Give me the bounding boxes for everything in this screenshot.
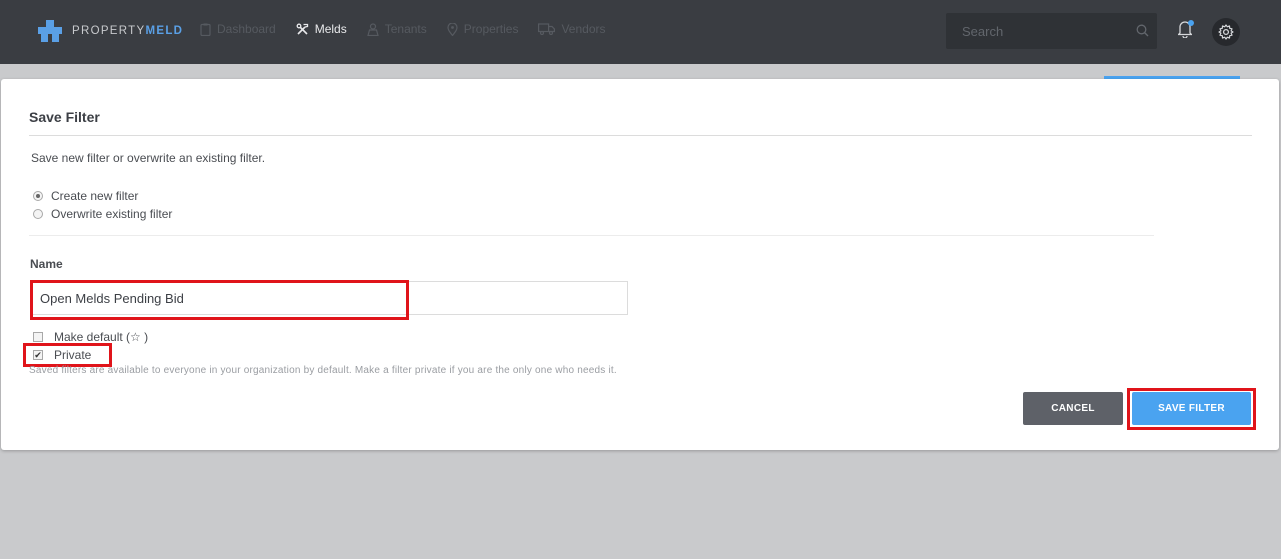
tools-icon (296, 23, 309, 36)
make-default-checkbox-row[interactable]: Make default (☆ ) (33, 330, 148, 344)
private-hint-text: Saved filters are available to everyone … (29, 365, 617, 376)
nav-item-tenants[interactable]: Tenants (366, 22, 427, 36)
filter-name-input[interactable] (32, 281, 628, 315)
nav-item-melds[interactable]: Melds (296, 22, 347, 36)
nav-item-label: Dashboard (217, 22, 276, 36)
radio-button[interactable] (33, 191, 43, 201)
radio-label: Overwrite existing filter (51, 207, 173, 221)
truck-icon (538, 23, 556, 35)
logo-mark-icon (38, 20, 62, 42)
nav-item-properties[interactable]: Properties (447, 22, 519, 36)
search-box (946, 13, 1157, 49)
logo-text: PROPERTYMELD (72, 25, 184, 37)
map-pin-icon (447, 22, 458, 36)
gear-icon[interactable] (1212, 18, 1240, 46)
title-divider (29, 135, 1252, 136)
nav-item-vendors[interactable]: Vendors (538, 22, 606, 36)
radio-label: Create new filter (51, 189, 139, 203)
radio-button[interactable] (33, 209, 43, 219)
cancel-button[interactable]: CANCEL (1023, 392, 1123, 425)
save-filter-button[interactable]: SAVE FILTER (1132, 392, 1251, 425)
modal-title: Save Filter (29, 109, 100, 125)
section-divider (29, 235, 1154, 236)
main-nav: Dashboard Melds Tenants Properties Vendo… (200, 22, 626, 36)
private-label: Private (54, 348, 92, 362)
save-filter-modal: Save Filter Save new filter or overwrite… (1, 79, 1279, 450)
search-icon[interactable] (1136, 24, 1149, 42)
make-default-label: Make default (☆ ) (54, 330, 149, 344)
radio-overwrite-existing-filter[interactable]: Overwrite existing filter (33, 207, 172, 221)
modal-description: Save new filter or overwrite an existing… (31, 151, 266, 165)
private-checkbox[interactable]: ✔ (33, 350, 43, 360)
nav-item-label: Properties (463, 22, 519, 36)
nav-item-label: Vendors (561, 22, 606, 36)
radio-create-new-filter[interactable]: Create new filter (33, 189, 138, 203)
notification-dot (1188, 20, 1194, 26)
search-input[interactable] (946, 13, 1126, 49)
private-checkbox-row[interactable]: ✔ Private (33, 348, 91, 362)
top-nav-bar: PROPERTYMELD Dashboard Melds Tenants Pro… (0, 0, 1281, 64)
person-icon (366, 22, 379, 36)
nav-item-dashboard[interactable]: Dashboard (200, 22, 276, 36)
propertymeld-logo[interactable]: PROPERTYMELD (38, 20, 183, 42)
clipboard-icon (200, 23, 211, 36)
nav-item-label: Tenants (384, 22, 427, 36)
nav-item-label: Melds (314, 22, 347, 36)
make-default-checkbox[interactable] (33, 332, 43, 342)
name-label: Name (30, 257, 63, 271)
